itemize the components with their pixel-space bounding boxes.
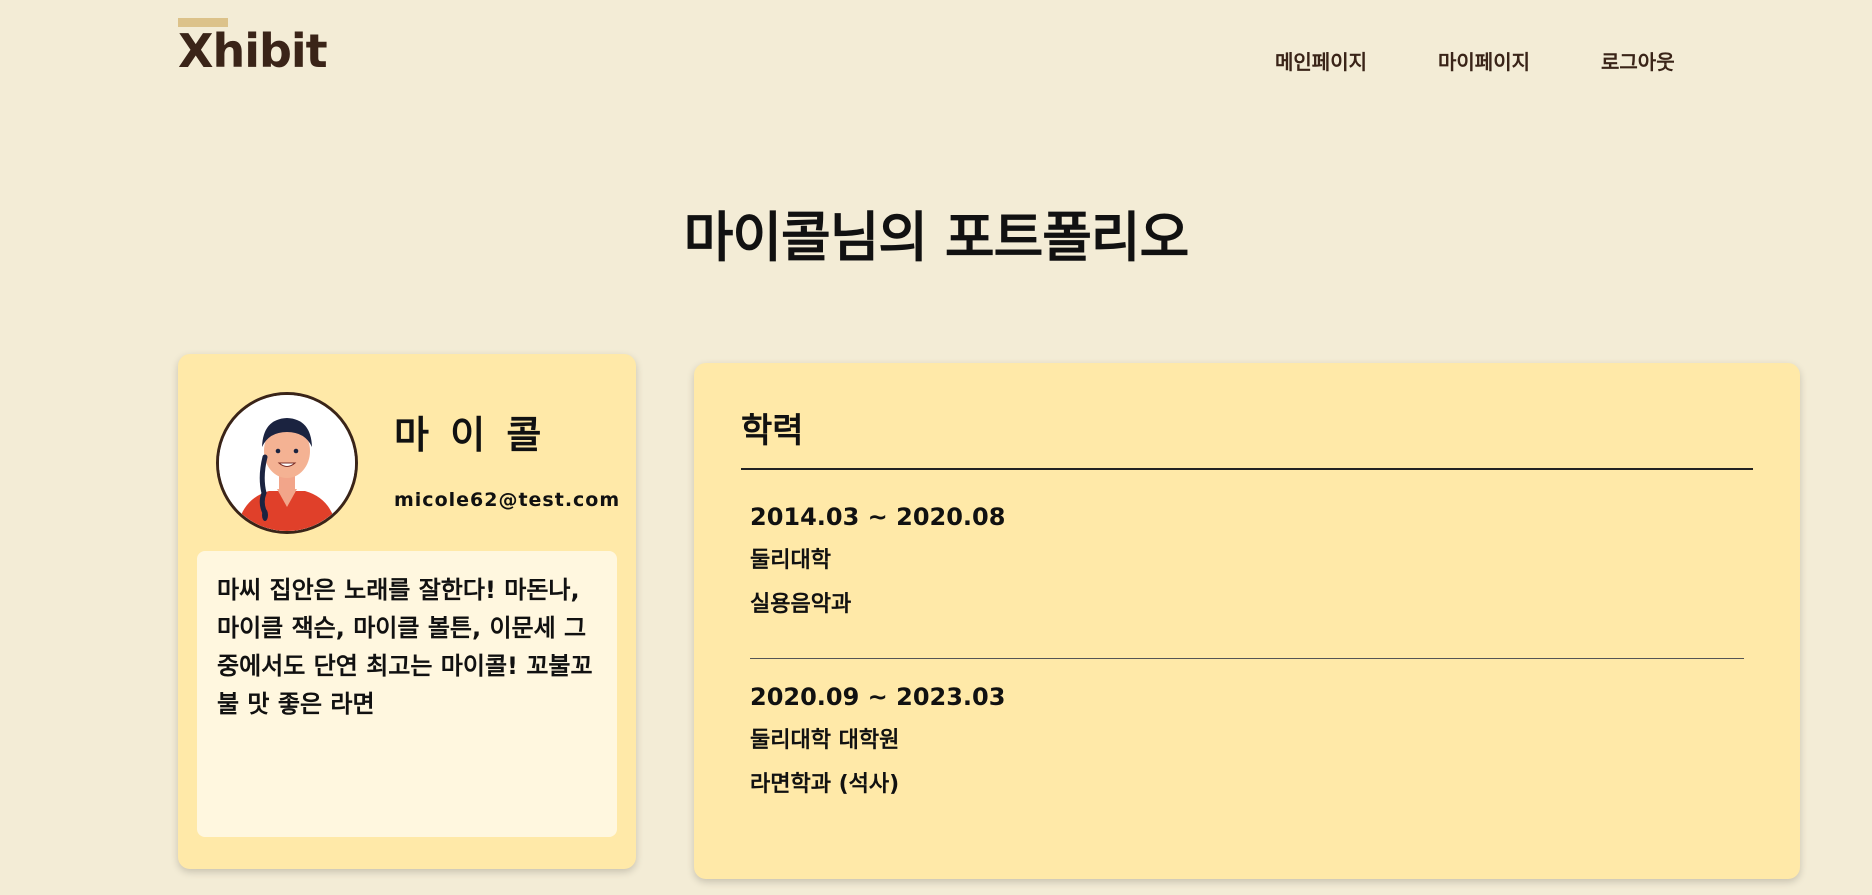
- education-divider: [741, 468, 1753, 470]
- education-major: 실용음악과: [750, 592, 852, 617]
- education-title: 학력: [741, 411, 804, 451]
- profile-card: 마 이 콜 micole62@test.com 마씨 집안은 노래를 잘한다! …: [178, 354, 636, 869]
- profile-email: micole62@test.com: [394, 489, 621, 511]
- education-card: 학력 2014.03 ~ 2020.08 둘리대학 실용음악과 2020.09 …: [694, 363, 1800, 879]
- entry-divider: [750, 658, 1744, 659]
- avatar: [216, 392, 358, 534]
- education-period: 2014.03 ~ 2020.08: [750, 503, 1006, 531]
- nav-main-page[interactable]: 메인페이지: [1275, 46, 1367, 75]
- profile-name: 마 이 콜: [394, 413, 546, 457]
- education-school: 둘리대학: [750, 548, 831, 573]
- education-major: 라면학과 (석사): [750, 772, 900, 797]
- page-title: 마이콜님의 포트폴리오: [683, 206, 1190, 269]
- logo-text: Xhibit: [178, 24, 328, 78]
- education-entry: 2020.09 ~ 2023.03 둘리대학 대학원 라면학과 (석사): [750, 683, 1005, 799]
- education-entry: 2014.03 ~ 2020.08 둘리대학 실용음악과: [750, 503, 1005, 619]
- education-period: 2020.09 ~ 2023.03: [750, 683, 1006, 711]
- nav-logout[interactable]: 로그아웃: [1601, 46, 1675, 75]
- avatar-illustration: [219, 395, 355, 531]
- nav-my-page[interactable]: 마이페이지: [1438, 46, 1530, 75]
- profile-bio: 마씨 집안은 노래를 잘한다! 마돈나, 마이클 잭슨, 마이클 볼튼, 이문세…: [197, 551, 617, 837]
- education-school: 둘리대학 대학원: [750, 728, 900, 753]
